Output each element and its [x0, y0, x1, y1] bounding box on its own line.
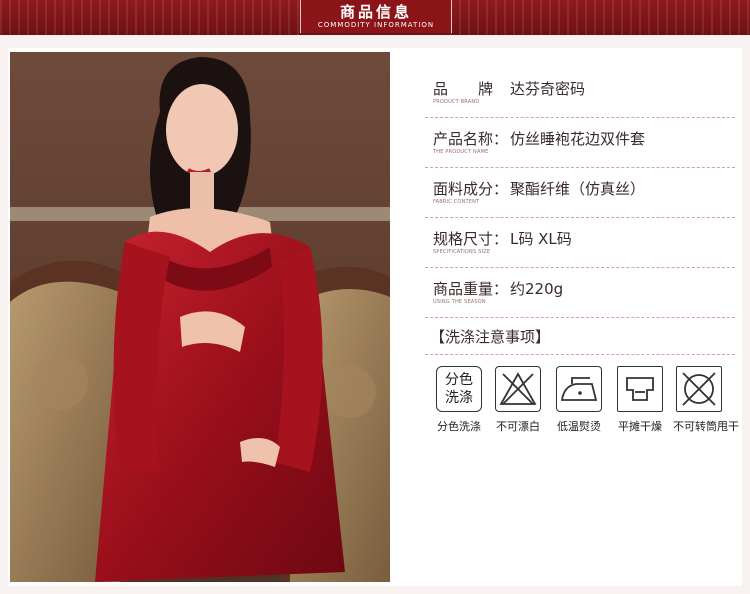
info-label: 品 牌 — [433, 80, 494, 98]
separate-wash-text-2: 洗涤 — [445, 390, 473, 406]
low-iron-icon — [556, 366, 602, 412]
info-label-en: USING THE SEASON — [433, 299, 486, 305]
banner-title: 商品信息 — [339, 3, 412, 21]
info-value: 约220g — [510, 280, 564, 298]
separate-wash-icon: 分色 洗涤 — [436, 366, 482, 412]
banner-title-box: 商品信息 COMMODITY INFORMATION — [300, 0, 452, 33]
banner-subtitle: COMMODITY INFORMATION — [317, 21, 435, 29]
info-value: L码 XL码 — [510, 230, 572, 248]
info-row-size: 规格尺寸： L码 XL码 SPECIFICATIONS SIZE — [425, 218, 735, 268]
info-label-en: PRODUCT BRAND — [433, 99, 480, 105]
info-label-en: SPECIFICATIONS SIZE — [433, 249, 491, 255]
care-caption: 不可漂白 — [496, 420, 540, 433]
info-row-fabric: 面料成分： 聚酯纤维（仿真丝） FABRIC CONTENT — [425, 168, 735, 218]
care-item-flat-dry: 平摊干燥 — [614, 366, 666, 434]
care-caption: 低温熨烫 — [557, 420, 601, 433]
info-row-brand: 品 牌 达芬奇密码 PRODUCT BRAND — [425, 68, 735, 118]
info-row-weight: 商品重量： 约220g USING THE SEASON — [425, 268, 735, 318]
care-item-no-bleach: 不可漂白 — [492, 366, 544, 434]
care-caption: 平摊干燥 — [618, 420, 662, 433]
product-photo — [10, 52, 390, 582]
info-label: 规格尺寸： — [433, 230, 509, 248]
care-caption: 分色洗涤 — [437, 420, 481, 433]
care-caption: 不可转筒甩干 — [673, 420, 739, 433]
care-item-separate-wash: 分色 洗涤 分色洗涤 — [433, 366, 485, 434]
care-title: 【洗涤注意事项】 — [430, 328, 551, 346]
no-bleach-icon — [495, 366, 541, 412]
info-value: 仿丝睡袍花边双件套 — [510, 130, 646, 148]
info-row-name: 产品名称： 仿丝睡袍花边双件套 THE PRODUCT NAME — [425, 118, 735, 168]
info-label-en: FABRIC CONTENT — [433, 199, 480, 205]
info-label-en: THE PRODUCT NAME — [433, 149, 489, 155]
care-item-low-iron: 低温熨烫 — [553, 366, 605, 434]
info-label: 面料成分： — [433, 180, 509, 198]
header-banner: 商品信息 COMMODITY INFORMATION — [0, 0, 750, 35]
product-info-list: 品 牌 达芬奇密码 PRODUCT BRAND 产品名称： 仿丝睡袍花边双件套 … — [425, 68, 735, 318]
info-value: 聚酯纤维（仿真丝） — [510, 180, 646, 198]
care-divider — [425, 354, 735, 355]
banner-ornament-left — [0, 0, 300, 35]
info-value: 达芬奇密码 — [510, 80, 586, 98]
info-label: 产品名称： — [433, 130, 509, 148]
banner-ornament-right — [450, 0, 750, 35]
separate-wash-text-1: 分色 — [445, 372, 473, 388]
info-label: 商品重量： — [433, 280, 509, 298]
flat-dry-icon — [617, 366, 663, 412]
care-item-no-tumble-dry: 不可转筒甩干 — [673, 366, 739, 434]
no-tumble-dry-icon — [676, 366, 722, 412]
